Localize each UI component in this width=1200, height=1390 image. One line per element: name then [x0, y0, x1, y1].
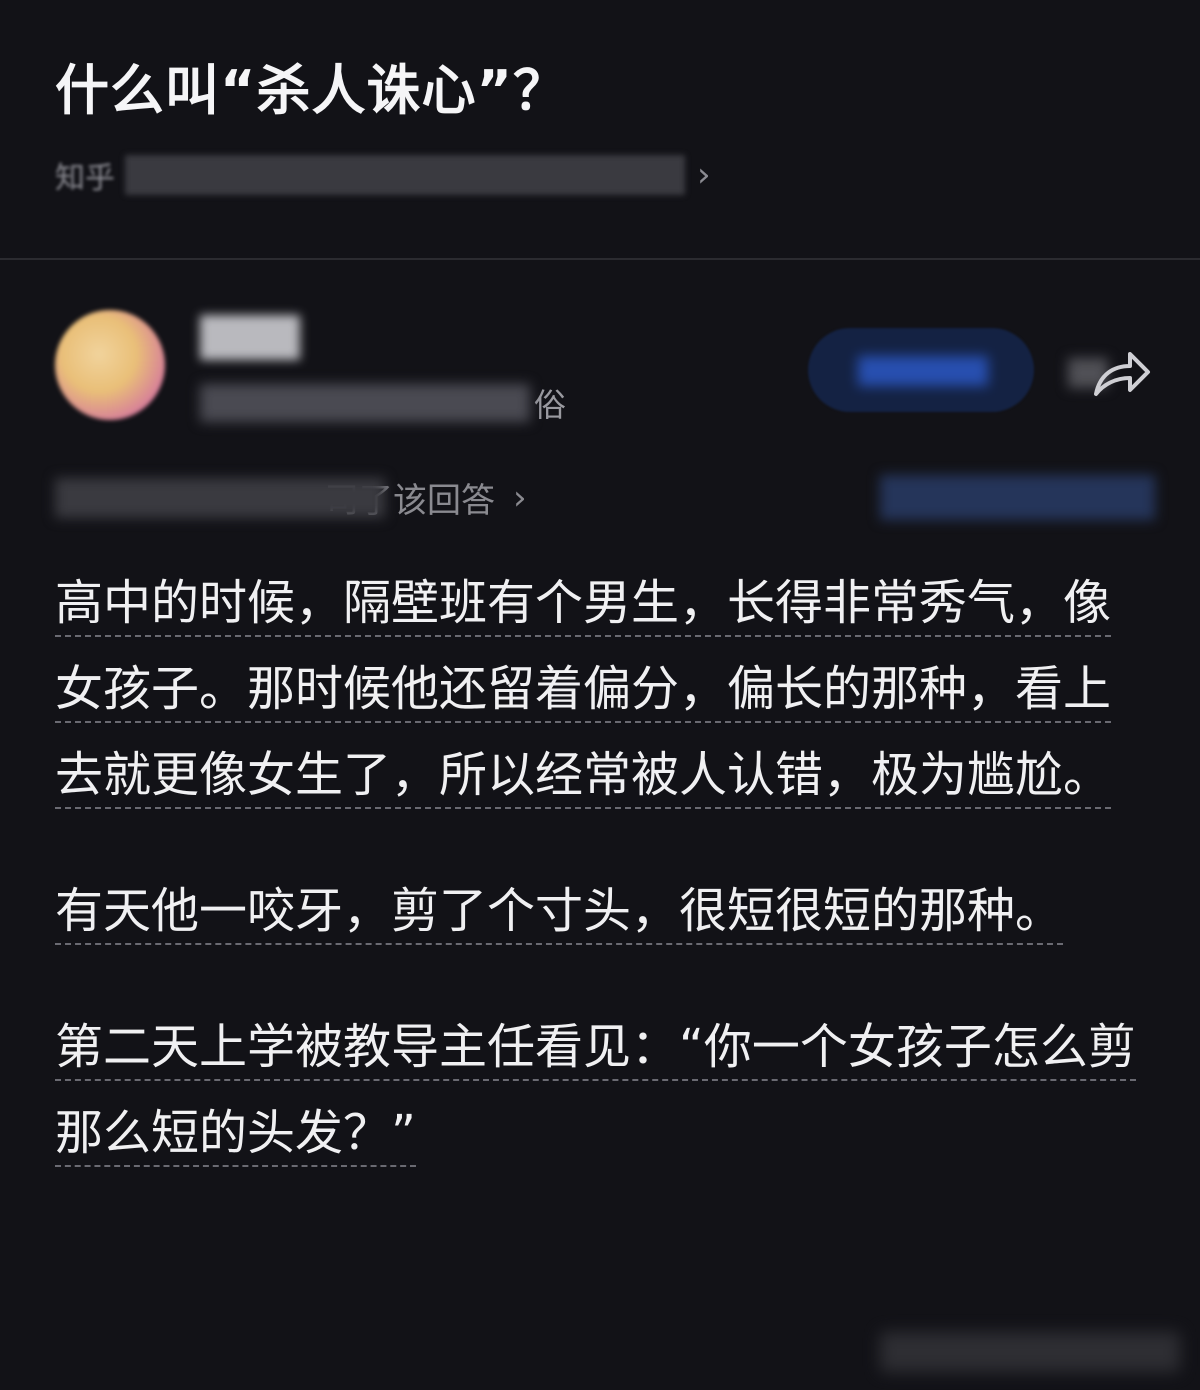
answer-paragraph: 第二天上学被教导主任看见：“你一个女孩子怎么剪那么短的头发？” [55, 1004, 1145, 1176]
answer-paragraph: 高中的时候，隔壁班有个男生，长得非常秀气，像女孩子。那时候他还留着偏分，偏长的那… [55, 560, 1145, 818]
author-bio-blurred [200, 383, 530, 422]
author-bio-suffix: 俗 [534, 385, 567, 424]
follow-button-label-blurred [858, 356, 988, 386]
source-prefix: 知乎 [55, 161, 115, 196]
paragraph-text: 有天他一咬牙，剪了个寸头，很短很短的那种。 [55, 883, 1064, 945]
answer-stats-left: 司了该回答 › [55, 470, 527, 525]
paragraph-text: 高中的时候，隔壁班有个男生，长得非常秀气，像女孩子。那时候他还留着偏分，偏长的那… [55, 575, 1112, 809]
paragraph-text: 第二天上学被教导主任看见：“你一个女孩子怎么剪那么短的头发？” [55, 1019, 1136, 1167]
share-icon [1094, 352, 1150, 396]
follow-button[interactable] [808, 328, 1034, 412]
watermark-blurred [880, 1332, 1180, 1372]
chevron-right-icon: › [697, 155, 711, 195]
question-title[interactable]: 什么叫“杀人诛心”？ [55, 46, 568, 125]
stats-blurred [55, 477, 385, 518]
chevron-right-icon: › [513, 477, 527, 518]
divider [0, 258, 1200, 260]
blurred-source-info [125, 155, 685, 195]
author-bio: 俗 [200, 380, 580, 425]
question-source-row[interactable]: 知乎 › [55, 150, 755, 200]
stats-right-blurred[interactable] [880, 475, 1155, 520]
share-button[interactable] [1068, 338, 1158, 408]
answer-paragraph: 有天他一咬牙，剪了个寸头，很短很短的那种。 [55, 868, 1145, 954]
answer-content: 高中的时候，隔壁班有个男生，长得非常秀气，像女孩子。那时候他还留着偏分，偏长的那… [55, 560, 1145, 1176]
answer-stats-row[interactable]: 司了该回答 › [55, 470, 1155, 525]
author-name-blurred[interactable] [200, 315, 300, 360]
avatar[interactable] [55, 310, 165, 420]
author-header: 俗 [0, 300, 1200, 450]
